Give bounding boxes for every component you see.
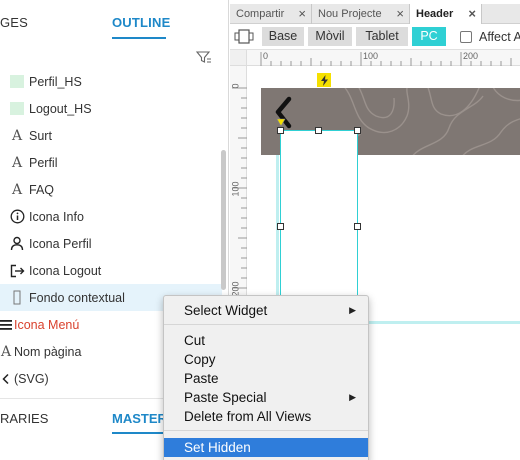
context-menu: Select Widget ▶ Cut Copy Paste Paste Spe…	[163, 295, 369, 460]
close-icon[interactable]: ×	[396, 6, 404, 21]
outline-item[interactable]: A Perfil	[0, 149, 222, 176]
ruler-tick-label: 100	[230, 181, 241, 197]
resize-handle[interactable]	[354, 223, 361, 230]
logout-icon	[9, 263, 25, 279]
info-icon	[9, 209, 25, 225]
ruler-corner	[230, 50, 247, 66]
ruler-tick-label: 100	[363, 51, 379, 61]
outline-scrollbar[interactable]	[221, 150, 226, 290]
menu-item-label: Copy	[184, 352, 216, 367]
menu-item-paste-special[interactable]: Paste Special ▶	[164, 388, 368, 407]
rotation-marker-icon	[276, 118, 286, 127]
interaction-lightning-icon[interactable]	[317, 73, 331, 87]
horizontal-ruler[interactable]: 0 100 200	[247, 50, 520, 66]
menu-item-label: Select Widget	[184, 303, 268, 318]
outline-item-label: Perfil	[29, 155, 58, 170]
menu-item-delete-all-views[interactable]: Delete from All Views	[164, 407, 368, 426]
outline-item-label: Icona Menú	[14, 317, 80, 332]
view-tablet-button[interactable]: Tablet	[356, 27, 408, 46]
filter-icon[interactable]	[194, 48, 212, 66]
image-thumbnail-icon	[9, 74, 25, 90]
menu-item-set-hidden[interactable]: Set Hidden	[164, 438, 368, 457]
adaptive-views-bar: Base Mòvil Tablet PC Affect A	[230, 24, 520, 50]
menu-item-label: Paste	[184, 371, 219, 386]
menu-item-label: Cut	[184, 333, 206, 348]
page-tab-label: Compartir	[236, 8, 285, 20]
tab-outline[interactable]: OUTLINE	[112, 15, 170, 30]
view-pc-button[interactable]: PC	[412, 27, 446, 46]
menu-item-copy[interactable]: Copy	[164, 350, 368, 369]
text-icon: A	[0, 343, 12, 360]
outline-item[interactable]: A Surt	[0, 122, 222, 149]
submenu-arrow-icon: ▶	[349, 392, 356, 402]
panel-tabs: GES OUTLINE	[0, 0, 228, 44]
outline-item[interactable]: Perfil_HS	[0, 68, 222, 95]
tab-outline-underline	[112, 37, 166, 39]
tab-pages[interactable]: GES	[0, 15, 28, 30]
menu-item-paste[interactable]: Paste	[164, 369, 368, 388]
page-tab[interactable]: Nou Projecte ×	[312, 4, 410, 24]
ruler-tick-label: 0	[230, 83, 241, 89]
outline-item-label: Surt	[29, 128, 52, 143]
view-mobile-button[interactable]: Mòvil	[308, 27, 352, 46]
menu-separator	[164, 324, 368, 325]
hamburger-icon	[0, 317, 14, 333]
outline-item[interactable]: Icona Perfil	[0, 230, 222, 257]
rectangle-icon	[9, 290, 25, 306]
tab-libraries[interactable]: RARIES	[0, 411, 48, 426]
text-icon: A	[11, 181, 23, 198]
page-tab-label: Nou Projecte	[318, 8, 382, 20]
outline-item[interactable]: Logout_HS	[0, 95, 222, 122]
close-icon[interactable]: ×	[468, 6, 476, 21]
close-icon[interactable]: ×	[298, 6, 306, 21]
outline-item-label: FAQ	[29, 182, 55, 197]
view-base-button[interactable]: Base	[262, 27, 304, 46]
ruler-tick-label: 0	[263, 51, 269, 61]
page-tab[interactable]: Compartir ×	[230, 4, 312, 24]
outline-item[interactable]: Icona Logout	[0, 257, 222, 284]
text-icon: A	[11, 127, 23, 144]
submenu-arrow-icon: ▶	[349, 305, 356, 315]
selected-widget-fondo-contextual[interactable]	[280, 130, 358, 304]
affect-all-label: Affect A	[479, 30, 520, 44]
page-tabs: Compartir × Nou Projecte × Header ×	[230, 4, 520, 24]
outline-item-label: Logout_HS	[29, 101, 92, 116]
outline-item-label: Icona Logout	[29, 263, 102, 278]
outline-item-label: (SVG)	[14, 371, 49, 386]
resize-handle[interactable]	[277, 223, 284, 230]
affect-all-checkbox[interactable]	[460, 31, 472, 43]
menu-item-label: Paste Special	[184, 390, 267, 405]
outline-item[interactable]: A FAQ	[0, 176, 222, 203]
text-icon: A	[11, 154, 23, 171]
resize-handle[interactable]	[277, 127, 284, 134]
resize-handle[interactable]	[354, 127, 361, 134]
outline-item-label: Nom pàgina	[14, 344, 82, 359]
menu-item-label: Set Hidden	[184, 440, 251, 455]
menu-item-label: Delete from All Views	[184, 409, 312, 424]
resize-handle[interactable]	[315, 127, 322, 134]
page-tab-active[interactable]: Header ×	[410, 4, 482, 24]
user-icon	[9, 236, 25, 252]
ruler-tick-label: 200	[463, 51, 479, 61]
menu-item-cut[interactable]: Cut	[164, 331, 368, 350]
outline-item-label: Perfil_HS	[29, 74, 82, 89]
image-thumbnail-icon	[9, 101, 25, 117]
outline-item[interactable]: Icona Info	[0, 203, 222, 230]
menu-item-select-widget[interactable]: Select Widget ▶	[164, 301, 368, 320]
menu-separator	[164, 430, 368, 431]
chevron-left-icon	[0, 371, 14, 387]
outline-item-label: Fondo contextual	[29, 290, 125, 305]
adaptive-views-icon[interactable]	[234, 28, 254, 46]
outline-item-label: Icona Info	[29, 209, 84, 224]
page-tab-label: Header	[416, 8, 454, 20]
outline-item-label: Icona Perfil	[29, 236, 92, 251]
